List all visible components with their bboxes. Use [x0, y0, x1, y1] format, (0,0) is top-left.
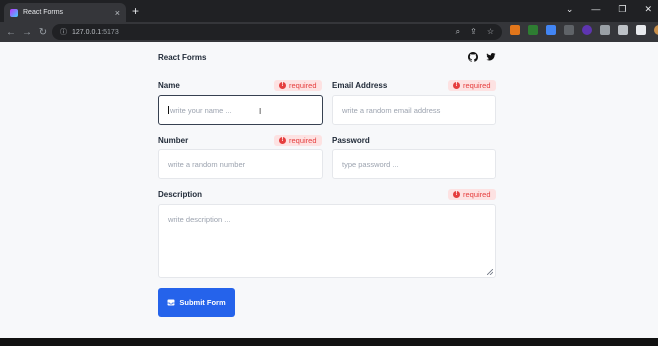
email-input[interactable]: write a random email address	[332, 95, 496, 125]
share-icon[interactable]: ⇪	[470, 27, 477, 37]
twitter-icon[interactable]	[486, 52, 496, 62]
name-required-badge: ! required	[274, 80, 322, 91]
description-required-text: required	[463, 190, 491, 199]
reload-icon[interactable]: ↻	[38, 27, 48, 38]
password-placeholder: type password ...	[342, 159, 399, 169]
address-bar[interactable]: ⓘ 127.0.0.1 :5173 ⌕ ⇪ ☆	[52, 24, 502, 40]
number-required-badge: ! required	[274, 135, 322, 146]
resize-handle-icon[interactable]	[487, 269, 493, 275]
ibeam-cursor-icon: I	[259, 107, 262, 116]
tab-bar: React Forms × + ⌄ — ❐ ✕	[0, 0, 658, 22]
window-controls: ⌄ — ❐ ✕	[566, 4, 652, 15]
name-required-text: required	[289, 81, 317, 90]
url-host: 127.0.0.1	[72, 28, 102, 36]
minimize-icon[interactable]: —	[591, 4, 600, 15]
browser-toolbar: ← → ↻ ⓘ 127.0.0.1 :5173 ⌕ ⇪ ☆	[0, 22, 658, 42]
description-textarea[interactable]: write description ...	[158, 204, 496, 278]
extensions-area	[510, 25, 658, 35]
email-label: Email Address	[332, 81, 388, 90]
bottom-letterbox	[0, 338, 658, 346]
description-required-badge: ! required	[448, 189, 496, 200]
alert-icon: !	[279, 137, 286, 144]
number-input[interactable]: write a random number	[158, 149, 323, 179]
extension-doc-icon[interactable]	[546, 25, 556, 35]
browser-tab[interactable]: React Forms ×	[4, 3, 126, 22]
app-header: React Forms	[158, 51, 496, 63]
description-label: Description	[158, 190, 203, 199]
extension-purple-icon[interactable]	[582, 25, 592, 35]
name-placeholder: write your name ...	[170, 105, 232, 115]
page-viewport	[0, 42, 658, 338]
number-placeholder: write a random number	[168, 159, 246, 169]
password-label: Password	[332, 136, 370, 145]
number-required-text: required	[289, 136, 317, 145]
email-required-text: required	[463, 81, 491, 90]
password-input[interactable]: type password ...	[332, 149, 496, 179]
back-icon[interactable]: ←	[6, 27, 16, 38]
forward-icon[interactable]: →	[22, 27, 32, 38]
vite-favicon-icon	[10, 8, 18, 17]
puzzle-extensions-icon[interactable]	[600, 25, 610, 35]
bookmark-star-icon[interactable]: ☆	[487, 27, 494, 37]
number-label: Number	[158, 136, 189, 145]
inbox-icon	[167, 299, 175, 306]
new-tab-button[interactable]: +	[132, 4, 139, 18]
close-window-icon[interactable]: ✕	[644, 4, 652, 15]
reading-list-icon[interactable]	[618, 25, 628, 35]
extension-green-icon[interactable]	[528, 25, 538, 35]
email-required-badge: ! required	[448, 80, 496, 91]
submit-label: Submit Form	[179, 298, 226, 307]
restore-icon[interactable]: ❐	[618, 4, 626, 15]
chevron-down-icon[interactable]: ⌄	[566, 4, 574, 15]
tab-title: React Forms	[23, 9, 64, 16]
name-input[interactable]: write your name ...	[158, 95, 323, 125]
social-links	[468, 52, 496, 62]
info-icon[interactable]: ⓘ	[60, 27, 67, 37]
alert-icon: !	[453, 191, 460, 198]
browser-chrome: React Forms × + ⌄ — ❐ ✕ ← → ↻ ⓘ 127.0.0.…	[0, 0, 658, 42]
brand-title: React Forms	[158, 52, 207, 62]
url-port: :5173	[101, 28, 119, 36]
alert-icon: !	[279, 82, 286, 89]
zoom-icon[interactable]: ⌕	[456, 27, 460, 37]
submit-form-button[interactable]: Submit Form	[158, 288, 235, 317]
side-panel-icon[interactable]	[636, 25, 646, 35]
text-caret	[168, 106, 169, 114]
alert-icon: !	[453, 82, 460, 89]
extension-gray-icon[interactable]	[564, 25, 574, 35]
description-placeholder: write description ...	[168, 215, 231, 224]
metamask-extension-icon[interactable]	[510, 25, 520, 35]
email-placeholder: write a random email address	[342, 105, 441, 115]
close-tab-icon[interactable]: ×	[115, 8, 120, 18]
profile-avatar[interactable]	[654, 25, 658, 35]
name-label: Name	[158, 81, 180, 90]
github-icon[interactable]	[468, 52, 478, 62]
